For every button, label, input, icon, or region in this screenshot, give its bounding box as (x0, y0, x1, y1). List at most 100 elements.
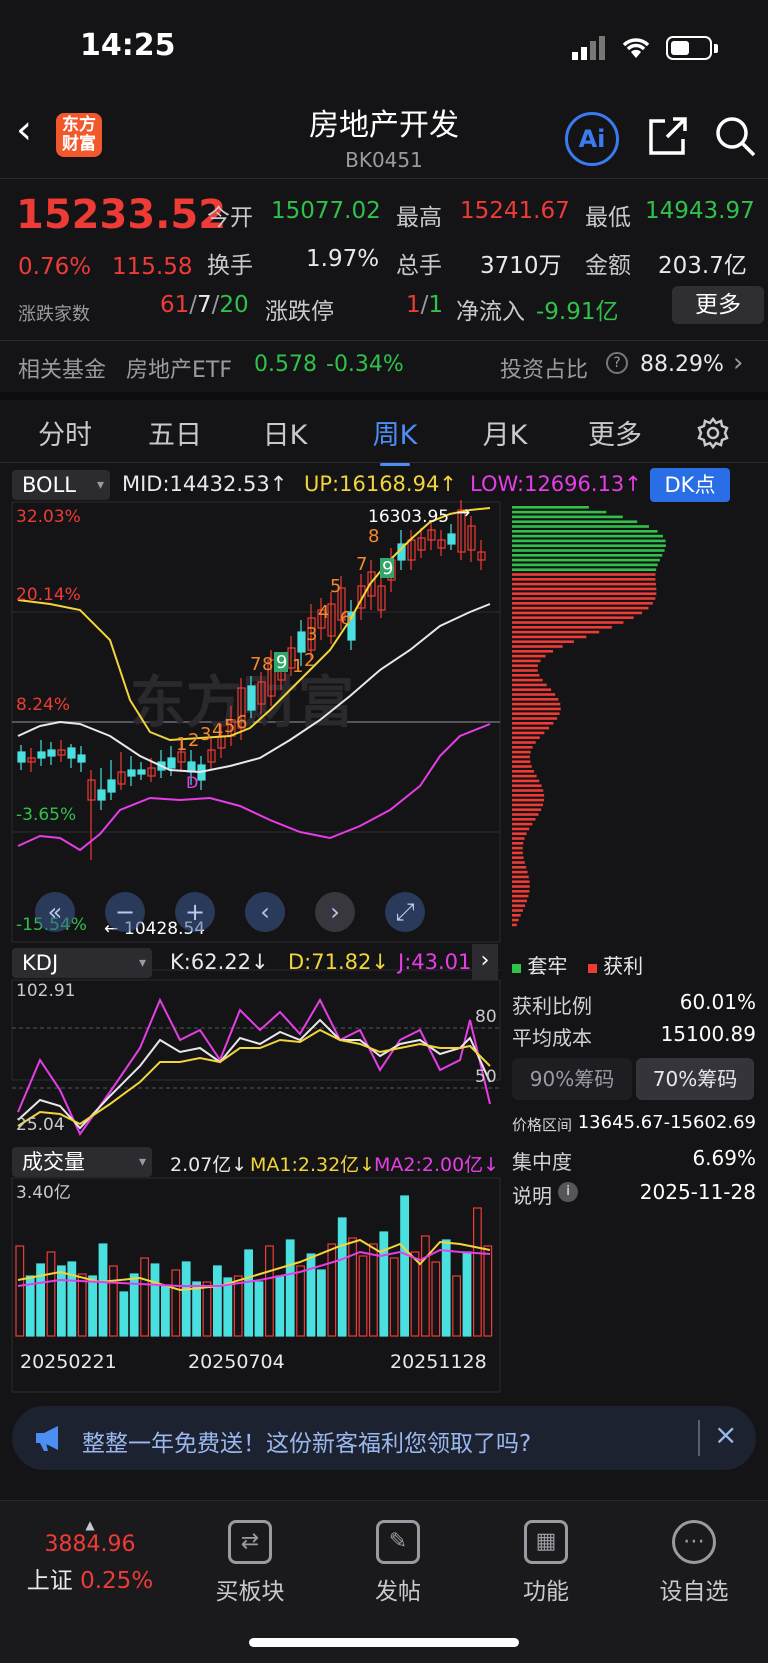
kdj-expand-button[interactable]: › (472, 944, 498, 980)
tabs-divider (0, 462, 768, 463)
chip-bar (512, 722, 554, 725)
more-button[interactable]: 更多 (672, 286, 764, 324)
index-ticker[interactable]: ▲ 3884.96 上证 0.25% (10, 1518, 170, 1595)
first-page-button[interactable]: « (35, 892, 75, 932)
nav-add-watchlist[interactable]: ⋯ 设自选 (624, 1520, 764, 1606)
boll-low: LOW:12696.13↑ (470, 472, 642, 496)
candles-group (17, 500, 486, 860)
candle-body (127, 769, 136, 777)
chip-bar (512, 544, 666, 547)
tab-more[interactable]: 更多 (560, 413, 670, 452)
limit-values: 1/1 (406, 292, 443, 318)
tab-weekly-k[interactable]: 周K (340, 413, 450, 466)
settings-icon[interactable] (696, 416, 730, 450)
period-tabs: 分时 五日 日K 周K 月K 更多 (0, 402, 768, 466)
volume-bar (15, 1245, 25, 1337)
home-indicator (249, 1638, 519, 1647)
chip-bar (512, 597, 656, 600)
fund-name: 房地产ETF (126, 358, 232, 383)
section-gap (0, 392, 768, 400)
volume-value: 3710万 (480, 253, 562, 279)
breadth-up: 61 (160, 292, 190, 318)
td-number: 1 (292, 656, 303, 677)
chip-70-button[interactable]: 70%筹码 (636, 1058, 754, 1100)
share-button[interactable] (645, 113, 691, 159)
close-icon[interactable]: × (714, 1418, 737, 1451)
zoom-in-button[interactable]: + (175, 892, 215, 932)
chip-bar (512, 640, 574, 643)
td-number: 1 (176, 734, 187, 755)
avg-cost-value: 15100.89 (660, 1022, 756, 1046)
index-line: 上证 0.25% (10, 1561, 170, 1595)
info-icon[interactable]: i (558, 1182, 578, 1202)
chip-bar (512, 630, 600, 634)
chip-bar (512, 832, 527, 835)
limit-down: 1 (428, 292, 444, 318)
limit-label: 涨跌停 (265, 299, 334, 325)
help-icon[interactable]: ? (606, 352, 628, 374)
tab-monthly-k[interactable]: 月K (450, 413, 560, 452)
promo-banner[interactable]: 整整一年免费送！这份新客福利您领取了吗? × (12, 1406, 756, 1470)
kdj-indicator-select[interactable]: KDJ (12, 948, 152, 978)
fund-change: -0.34% (326, 352, 404, 377)
td-number: 2 (304, 650, 315, 671)
volume-bar (98, 1243, 108, 1337)
chip-bar (512, 784, 542, 787)
search-button[interactable] (712, 113, 758, 159)
td-number: 9 (276, 652, 287, 673)
date-label-3: 20251128 (390, 1351, 487, 1373)
amount-label: 金额 (585, 253, 631, 279)
turnover-value: 1.97% (306, 246, 380, 272)
tab-daily-k[interactable]: 日K (230, 413, 340, 452)
chip-bar (512, 813, 539, 816)
banner-divider (698, 1420, 700, 1456)
battery-icon (666, 36, 712, 60)
concentration-value: 6.69% (692, 1146, 756, 1170)
battery-tip (714, 43, 718, 53)
chip-bar (512, 789, 544, 792)
avg-cost-label: 平均成本 (512, 1026, 592, 1050)
breadth-sep1: / (189, 292, 198, 318)
ratio-label: 投资占比 (500, 358, 589, 383)
td-number: 8 (368, 526, 379, 547)
volume-bar (441, 1239, 451, 1337)
dk-point-button[interactable]: DK点 (650, 468, 730, 502)
scroll-left-button[interactable]: ‹ (245, 892, 285, 932)
chip-bar (512, 736, 540, 739)
td-number: 7 (356, 554, 367, 575)
zoom-out-button[interactable]: − (105, 892, 145, 932)
chip-90-button[interactable]: 90%筹码 (512, 1058, 632, 1100)
boll-indicator-select[interactable]: BOLL (12, 470, 110, 500)
signal-icon (572, 36, 605, 60)
chip-bar (512, 923, 517, 927)
chip-bar (512, 530, 658, 533)
boll-mid: MID:14432.53↑ (122, 472, 288, 496)
boll-low-line (17, 723, 491, 852)
volume-indicator-select[interactable]: 成交量 (12, 1147, 152, 1177)
price-range-label: 价格区间 (512, 1116, 573, 1134)
high-mark-arrow: → (456, 503, 470, 523)
chip-bar (512, 525, 649, 528)
chip-bar (512, 770, 535, 773)
tab-intraday[interactable]: 分时 (10, 413, 120, 452)
quote-divider (0, 340, 768, 341)
profit-ratio-label: 获利比例 (512, 994, 592, 1018)
nav-post[interactable]: ✎ 发帖 (328, 1520, 468, 1606)
chip-bar (512, 774, 537, 778)
index-change: 0.25% (80, 1568, 154, 1594)
price-range-value: 13645.67-15602.69 (577, 1112, 756, 1133)
tab-five-day[interactable]: 五日 (120, 413, 230, 452)
volume-bar (379, 1231, 389, 1337)
chip-bar (512, 573, 656, 576)
kdj-lines-group (17, 997, 491, 1136)
chip-bar (512, 746, 533, 749)
ai-button[interactable]: Ai (565, 112, 619, 166)
scroll-right-button[interactable]: › (315, 892, 355, 932)
chip-bar (512, 803, 544, 807)
fullscreen-button[interactable]: ⤢ (385, 892, 425, 932)
nav-functions[interactable]: ▦ 功能 (476, 1520, 616, 1606)
volume-bar (265, 1245, 274, 1337)
trapped-swatch (512, 964, 521, 973)
y-label-2: 20.14% (16, 585, 81, 605)
nav-buy-sector[interactable]: ⇄ 买板块 (180, 1520, 320, 1606)
